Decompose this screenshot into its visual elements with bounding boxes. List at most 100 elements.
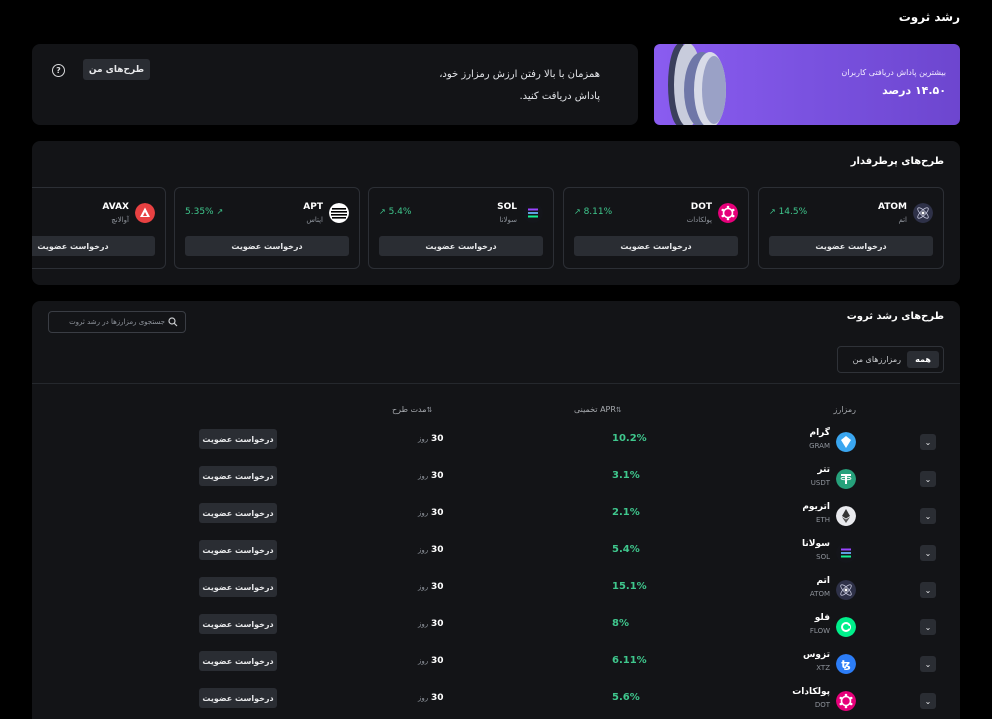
trend-up-icon: ↗	[379, 207, 386, 216]
filter-my-coins-tab[interactable]: رمزارزهای من	[853, 351, 901, 368]
popular-card-dot[interactable]: DOT پولکادات ↗ 8.11% درخواست عضویت	[563, 187, 749, 269]
coin-name: اپتاس	[306, 216, 323, 224]
duration-value: 30 روز	[418, 434, 444, 444]
search-icon	[168, 317, 178, 327]
popular-plans-section: طرح‌های پرطرفدار ATOM اتم ↗ 14.5% درخواس…	[32, 141, 960, 285]
popular-plans-title: طرح‌های پرطرفدار	[850, 156, 944, 167]
apr-value: 15.1%	[612, 581, 647, 592]
column-header-duration[interactable]: ⇅مدت طرح	[392, 405, 436, 414]
popular-card-sol[interactable]: SOL سولانا ↗ 5.4% درخواست عضویت	[368, 187, 554, 269]
chevron-down-icon[interactable]: ⌄	[920, 508, 936, 524]
apr-value: ↗ 14.5%	[769, 207, 808, 217]
apr-value: 5.6%	[612, 692, 640, 703]
apr-value: ↗ 8.11%	[574, 207, 613, 217]
join-request-button[interactable]: درخواست عضویت	[199, 688, 277, 708]
polkadot-icon	[836, 691, 856, 711]
duration-value: 30 روز	[418, 656, 444, 666]
wealth-plans-section: طرح‌های رشد ثروت جستجوی رمزارزها در رشد …	[32, 301, 960, 719]
tezos-icon: ꜩ	[836, 654, 856, 674]
popular-card-atom[interactable]: ATOM اتم ↗ 14.5% درخواست عضویت	[758, 187, 944, 269]
info-text: همزمان با بالا رفتن ارزش رمزارز خود، پاد…	[439, 64, 600, 108]
popular-card-apt[interactable]: APT اپتاس 5.35% ↗ درخواست عضویت	[174, 187, 360, 269]
column-header-apr[interactable]: ⇅APR تخمینی	[574, 405, 626, 414]
table-row: ⌄ تتر USDT 3.1% 30 روز درخواست عضویت	[32, 463, 960, 500]
ethereum-icon	[836, 506, 856, 526]
join-request-button[interactable]: درخواست عضویت	[199, 429, 277, 449]
tether-icon	[836, 469, 856, 489]
coin-symbol: XTZ	[816, 664, 830, 672]
join-request-button[interactable]: درخواست عضویت	[32, 236, 155, 256]
flow-icon	[836, 617, 856, 637]
coin-name: تزوس	[803, 650, 830, 660]
solana-icon	[836, 543, 856, 563]
promo-value: ۱۴.۵۰ درصد	[882, 84, 946, 97]
coin-symbol: ETH	[816, 516, 830, 524]
join-request-button[interactable]: درخواست عضویت	[769, 236, 933, 256]
chevron-down-icon[interactable]: ⌄	[920, 693, 936, 709]
trend-up-icon: ↗	[216, 207, 224, 216]
solana-icon	[523, 203, 543, 223]
coin-symbol: GRAM	[809, 442, 830, 450]
coin-name: اتریوم	[802, 502, 830, 512]
divider	[32, 383, 960, 384]
chevron-down-icon[interactable]: ⌄	[920, 656, 936, 672]
trend-up-icon: ↗	[574, 207, 581, 216]
filter-tabs: همه رمزارزهای من	[837, 346, 944, 373]
my-plans-button[interactable]: طرح‌های من	[83, 59, 150, 80]
coin-symbol: USDT	[810, 479, 830, 487]
duration-value: 30 روز	[418, 582, 444, 592]
coin-name: تتر	[817, 465, 830, 475]
coin-symbol: ATOM	[809, 590, 830, 598]
info-card: همزمان با بالا رفتن ارزش رمزارز خود، پاد…	[32, 44, 638, 125]
info-text-line1: همزمان با بالا رفتن ارزش رمزارز خود،	[439, 69, 600, 80]
table-row: ⌄ فلو FLOW 8% 30 روز درخواست عضویت	[32, 611, 960, 648]
coin-symbol: ATOM	[877, 202, 907, 212]
promo-banner[interactable]: بیشترین پاداش دریافتی کاربران ۱۴.۵۰ درصد	[654, 44, 960, 125]
duration-value: 30 روز	[418, 545, 444, 555]
column-header-coin: رمزارز	[833, 405, 856, 414]
coin-name: آوالانچ	[111, 216, 129, 224]
trend-up-icon: ↗	[769, 207, 776, 216]
join-request-button[interactable]: درخواست عضویت	[199, 466, 277, 486]
join-request-button[interactable]: درخواست عضویت	[199, 651, 277, 671]
join-request-button[interactable]: درخواست عضویت	[199, 577, 277, 597]
info-text-line2: پاداش دریافت کنید.	[519, 91, 600, 102]
coin-symbol: FLOW	[809, 627, 830, 635]
coin-name: گرام	[809, 428, 830, 438]
join-request-button[interactable]: درخواست عضویت	[199, 614, 277, 634]
apr-value: 5.35% ↗	[185, 207, 224, 217]
coins-illustration-icon	[668, 44, 726, 125]
apr-value: 6.11%	[612, 655, 647, 666]
atom-icon	[836, 580, 856, 600]
join-request-button[interactable]: درخواست عضویت	[574, 236, 738, 256]
coin-symbol: SOL	[816, 553, 830, 561]
chevron-down-icon[interactable]: ⌄	[920, 545, 936, 561]
table-row: ⌄ اتریوم ETH 2.1% 30 روز درخواست عضویت	[32, 500, 960, 537]
apr-value: 2.1%	[612, 507, 640, 518]
coin-name: فلو	[814, 613, 830, 623]
chevron-down-icon[interactable]: ⌄	[920, 582, 936, 598]
duration-value: 30 روز	[418, 508, 444, 518]
sort-icon: ⇅	[426, 406, 433, 414]
apr-value: 3.1%	[612, 470, 640, 481]
join-request-button[interactable]: درخواست عضویت	[199, 540, 277, 560]
duration-value: 30 روز	[418, 619, 444, 629]
atom-icon	[913, 203, 933, 223]
table-row: ⌄ گرام GRAM 10.2% 30 روز درخواست عضویت	[32, 426, 960, 463]
filter-all-tab[interactable]: همه	[907, 351, 939, 368]
chevron-down-icon[interactable]: ⌄	[920, 471, 936, 487]
polkadot-icon	[718, 203, 738, 223]
table-row: ⌄ سولانا SOL 5.4% 30 روز درخواست عضویت	[32, 537, 960, 574]
join-request-button[interactable]: درخواست عضویت	[199, 503, 277, 523]
chevron-down-icon[interactable]: ⌄	[920, 619, 936, 635]
promo-caption: بیشترین پاداش دریافتی کاربران	[841, 68, 946, 77]
search-input[interactable]: جستجوی رمزارزها در رشد ثروت	[48, 311, 186, 333]
popular-card-avax[interactable]: AVAX آوالانچ درخواست عضویت	[32, 187, 166, 269]
apr-value: 10.2%	[612, 433, 647, 444]
coin-symbol: DOT	[690, 202, 712, 212]
join-request-button[interactable]: درخواست عضویت	[185, 236, 349, 256]
chevron-down-icon[interactable]: ⌄	[920, 434, 936, 450]
question-circle-icon[interactable]: ?	[52, 64, 65, 77]
join-request-button[interactable]: درخواست عضویت	[379, 236, 543, 256]
avalanche-icon	[135, 203, 155, 223]
